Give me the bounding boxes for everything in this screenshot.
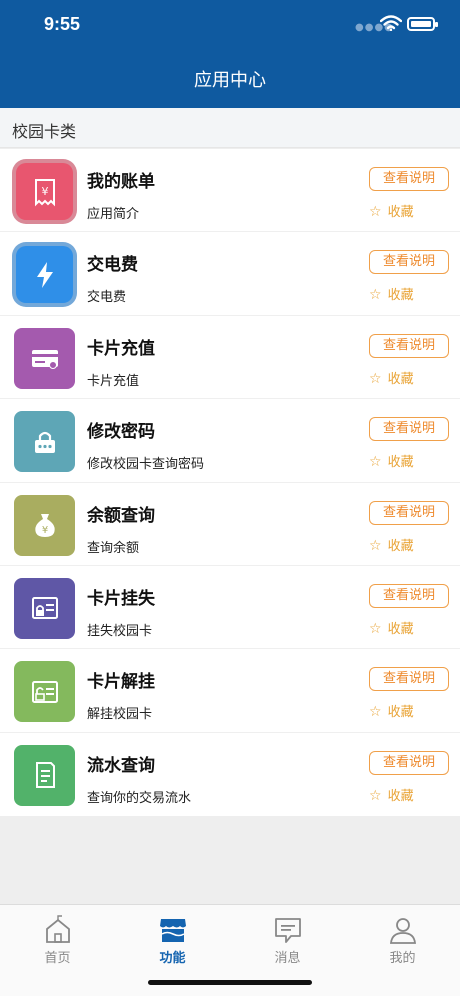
item-subtitle: 应用简介 [87,207,140,222]
view-explanation-button[interactable]: 查看说明 [369,167,449,191]
list-item[interactable]: 交电费 交电费 查看说明 ☆ 收藏 [0,232,460,316]
message-icon [274,918,301,943]
item-subtitle: 解挂校园卡 [87,707,153,723]
item-title: 流水查询 [87,755,155,776]
status-time: 9:55 [44,14,81,34]
favorite-label: 收藏 [387,621,414,637]
header-bar: 9:55 ●●●● 应用中心 [0,0,460,108]
item-subtitle: 交电费 [87,290,127,306]
star-icon: ☆ [369,287,382,304]
tab-label: 我的 [389,951,416,966]
list-item[interactable]: ¥ 我的账单 应用简介 查看说明 ☆ 收藏 [0,149,460,233]
page-title: 应用中心 [194,70,266,91]
tab-label: 首页 [44,951,71,966]
section-header: 校园卡类 [0,108,460,148]
favorite-button[interactable]: ☆ 收藏 [369,451,414,470]
svg-text:¥: ¥ [41,185,48,198]
view-explanation-button[interactable]: 查看说明 [369,250,449,275]
favorite-label: 收藏 [387,705,414,721]
store-icon [159,919,186,942]
view-explanation-button[interactable]: 查看说明 [369,583,449,608]
item-subtitle: 查询你的交易流水 [87,790,192,806]
favorite-button[interactable]: ☆ 收藏 [369,368,414,387]
list-item[interactable]: 修改密码 修改校园卡查询密码 查看说明 ☆ 收藏 [0,399,460,483]
item-subtitle: 卡片充值 [87,373,140,389]
star-icon: ☆ [369,787,382,804]
view-explanation-button[interactable]: 查看说明 [369,667,449,692]
star-icon: ☆ [369,370,382,387]
favorite-label: 收藏 [387,288,414,304]
favorite-button[interactable]: ☆ 收藏 [369,284,414,303]
favorite-label: 收藏 [387,205,414,220]
tab-functions[interactable]: 功能 [115,915,230,975]
star-icon: ☆ [369,204,382,220]
star-icon: ☆ [369,620,382,637]
item-title: 卡片挂失 [87,588,155,609]
favorite-button[interactable]: ☆ 收藏 [369,701,414,720]
list-item[interactable]: 卡片充值 卡片充值 查看说明 ☆ 收藏 [0,316,460,400]
favorite-label: 收藏 [387,538,414,554]
wifi-icon [380,15,402,31]
list-item[interactable]: 卡片挂失 挂失校园卡 查看说明 ☆ 收藏 [0,566,460,650]
item-title: 卡片解挂 [87,672,155,693]
home-icon [45,915,70,943]
item-title: 余额查询 [87,505,155,526]
favorite-button[interactable]: ☆ 收藏 [369,785,414,804]
tab-home[interactable]: 首页 [0,915,115,975]
item-subtitle: 查询余额 [87,540,140,556]
tab-label: 消息 [274,951,301,966]
tab-label: 功能 [159,951,186,966]
receipt-yen-icon: ¥ [12,159,77,224]
tab-messages[interactable]: 消息 [230,915,345,975]
item-title: 修改密码 [87,422,155,443]
view-explanation-button[interactable]: 查看说明 [369,417,449,442]
star-icon: ☆ [369,537,382,554]
item-subtitle: 修改校园卡查询密码 [87,457,205,473]
document-icon [14,744,75,806]
list-item[interactable]: ¥ 余额查询 查询余额 查看说明 ☆ 收藏 [0,483,460,566]
money-bag-icon: ¥ [14,494,75,556]
favorite-button[interactable]: ☆ 收藏 [369,535,414,554]
star-icon: ☆ [369,454,382,471]
home-indicator [148,980,312,985]
star-icon: ☆ [369,704,382,721]
favorite-label: 收藏 [387,455,414,471]
item-title: 卡片充值 [87,338,155,359]
favorite-button[interactable]: ☆ 收藏 [369,618,414,637]
favorite-label: 收藏 [387,788,414,804]
list-item[interactable]: 流水查询 查询你的交易流水 查看说明 ☆ 收藏 [0,733,460,816]
card-unlock-icon [14,661,75,723]
lock-icon [14,411,75,473]
view-explanation-button[interactable]: 查看说明 [369,333,449,358]
battery-icon [407,17,438,31]
svg-text:¥: ¥ [41,525,47,536]
lightning-icon [12,242,77,308]
app-list: ¥ 我的账单 应用简介 查看说明 ☆ 收藏 交电费 交电费 查看说明 ☆ 收藏 卡片… [0,149,460,817]
view-explanation-button[interactable]: 查看说明 [369,750,449,775]
item-title: 我的账单 [87,172,155,192]
view-explanation-button[interactable]: 查看说明 [369,500,449,525]
favorite-label: 收藏 [387,371,414,387]
list-item[interactable]: 卡片解挂 解挂校园卡 查看说明 ☆ 收藏 [0,649,460,733]
card-icon [14,327,75,389]
item-subtitle: 挂失校园卡 [87,623,153,639]
card-lock-icon [14,577,75,639]
person-icon [389,918,416,944]
tab-mine[interactable]: 我的 [345,915,460,975]
item-title: 交电费 [87,255,138,276]
section-title: 校园卡类 [12,122,77,141]
favorite-button[interactable]: ☆ 收藏 [369,201,414,220]
